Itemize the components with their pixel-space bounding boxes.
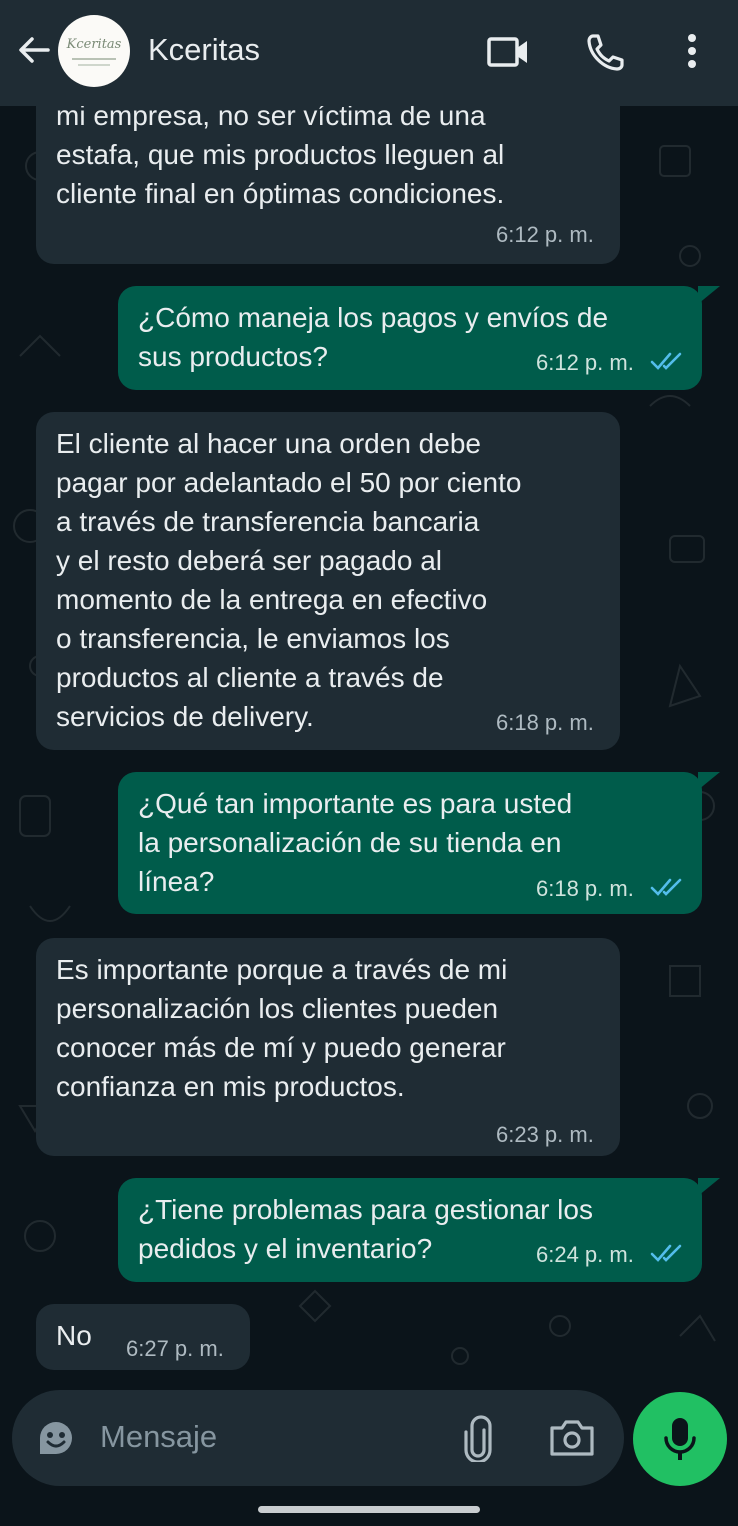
video-camera-icon[interactable] bbox=[486, 30, 530, 74]
message-line: productos al cliente a través de bbox=[56, 662, 444, 693]
message-list[interactable]: mi empresa, no ser víctima de una estafa… bbox=[0, 106, 738, 1388]
message-line: mi empresa, no ser víctima de una bbox=[56, 106, 486, 131]
avatar-logo-text: Kceritas bbox=[66, 37, 122, 52]
message-time: 6:24 p. m. bbox=[536, 1242, 634, 1267]
avatar-logo-line bbox=[72, 58, 116, 60]
double-check-read-icon bbox=[650, 1244, 682, 1262]
message-line: a través de transferencia bancaria bbox=[56, 506, 480, 537]
avatar-logo-line bbox=[78, 64, 110, 66]
outgoing-message[interactable]: ¿Tiene problemas para gestionar los pedi… bbox=[118, 1178, 702, 1282]
message-line: y el resto deberá ser pagado al bbox=[56, 545, 443, 576]
message-line: la personalización de su tienda en bbox=[138, 827, 562, 858]
message-line: sus productos? bbox=[138, 341, 328, 372]
voice-message-button[interactable] bbox=[633, 1392, 727, 1486]
paperclip-icon[interactable] bbox=[458, 1414, 498, 1464]
message-line: ¿Tiene problemas para gestionar los bbox=[138, 1194, 593, 1225]
message-line: pagar por adelantado el 50 por ciento bbox=[56, 467, 522, 498]
sticker-emoji-icon[interactable] bbox=[34, 1416, 78, 1460]
incoming-message[interactable]: El cliente al hacer una orden debe pagar… bbox=[36, 412, 620, 750]
message-line: estafa, que mis productos lleguen al bbox=[56, 139, 505, 170]
message-line: línea? bbox=[138, 866, 215, 897]
arrow-left-icon[interactable] bbox=[14, 30, 54, 70]
message-line: No bbox=[56, 1320, 92, 1351]
message-line: personalización los clientes pueden bbox=[56, 993, 499, 1024]
bubble-tail bbox=[698, 286, 720, 304]
message-line: El cliente al hacer una orden debe bbox=[56, 428, 481, 459]
message-time: 6:12 p. m. bbox=[496, 222, 594, 247]
message-time: 6:12 p. m. bbox=[536, 350, 634, 375]
avatar[interactable]: Kceritas bbox=[58, 15, 130, 87]
phone-icon[interactable] bbox=[584, 30, 628, 74]
outgoing-message[interactable]: ¿Qué tan importante es para usted la per… bbox=[118, 772, 702, 914]
outgoing-message[interactable]: ¿Cómo maneja los pagos y envíos de sus p… bbox=[118, 286, 702, 390]
microphone-icon bbox=[660, 1414, 700, 1464]
contact-name[interactable]: Kceritas bbox=[148, 32, 260, 68]
double-check-read-icon bbox=[650, 352, 682, 370]
message-line: pedidos y el inventario? bbox=[138, 1233, 433, 1264]
incoming-message[interactable]: Es importante porque a través de mi pers… bbox=[36, 938, 620, 1156]
message-line: o transferencia, le enviamos los bbox=[56, 623, 450, 654]
message-time: 6:18 p. m. bbox=[496, 710, 594, 735]
bubble-tail bbox=[698, 1178, 720, 1196]
message-input[interactable]: Mensaje bbox=[100, 1419, 217, 1455]
message-line: momento de la entrega en efectivo bbox=[56, 584, 488, 615]
incoming-message[interactable]: mi empresa, no ser víctima de una estafa… bbox=[36, 106, 620, 264]
message-line: conocer más de mí y puedo generar bbox=[56, 1032, 506, 1063]
message-line: Es importante porque a través de mi bbox=[56, 954, 508, 985]
message-time: 6:18 p. m. bbox=[536, 876, 634, 901]
message-line: ¿Qué tan importante es para usted bbox=[138, 788, 573, 819]
system-navigation-bar bbox=[0, 1496, 738, 1526]
home-gesture-handle[interactable] bbox=[258, 1506, 480, 1513]
message-line: ¿Cómo maneja los pagos y envíos de bbox=[138, 302, 609, 333]
chat-header: Kceritas Kceritas bbox=[0, 0, 738, 106]
bubble-tail bbox=[698, 772, 720, 790]
message-time: 6:23 p. m. bbox=[496, 1122, 594, 1147]
camera-icon[interactable] bbox=[548, 1416, 596, 1460]
message-time: 6:27 p. m. bbox=[126, 1336, 224, 1361]
message-composer: Mensaje bbox=[12, 1390, 624, 1486]
message-line: servicios de delivery. bbox=[56, 701, 314, 732]
incoming-message[interactable]: No 6:27 p. m. bbox=[36, 1304, 250, 1370]
vertical-dots-icon[interactable] bbox=[670, 30, 714, 74]
double-check-read-icon bbox=[650, 878, 682, 896]
message-line: cliente final en óptimas condiciones. bbox=[56, 178, 505, 209]
message-line: confianza en mis productos. bbox=[56, 1071, 405, 1102]
